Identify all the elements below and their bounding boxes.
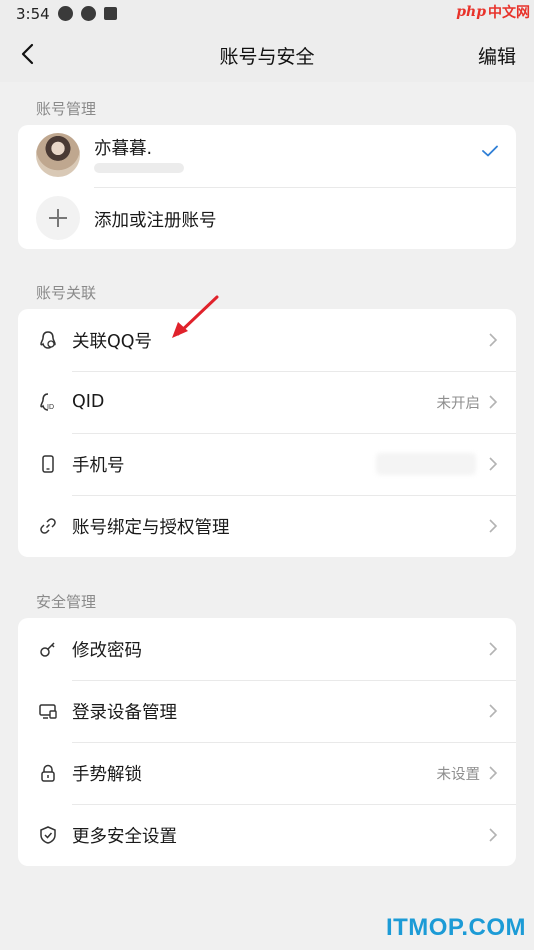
svg-text:ID: ID — [47, 404, 54, 411]
section-label-security: 安全管理 — [36, 593, 97, 611]
security-card: 修改密码 登录设备管理 手势解锁 未设置 更多安全设置 — [18, 618, 516, 866]
status-time: 3:54 — [16, 5, 50, 23]
login-devices-row[interactable]: 登录设备管理 — [18, 680, 516, 742]
shield-check-icon — [40, 826, 56, 844]
qid-label: QID — [72, 392, 105, 412]
phone-number-blurred — [376, 453, 476, 475]
edit-button[interactable]: 编辑 — [478, 42, 516, 69]
chevron-right-icon — [489, 457, 498, 471]
annotation-arrow-icon — [172, 295, 219, 338]
checkmark-icon — [482, 145, 498, 157]
chevron-right-icon — [489, 766, 498, 780]
php-watermark-suffix: 中文网 — [488, 5, 530, 21]
phone-label: 手机号 — [72, 455, 125, 476]
add-account-row[interactable]: 添加或注册账号 — [18, 187, 516, 249]
phone-icon — [42, 455, 54, 473]
more-security-label: 更多安全设置 — [72, 826, 177, 847]
chevron-right-icon — [489, 519, 498, 533]
section-label-account-link: 账号关联 — [36, 284, 97, 302]
account-link-card: 关联QQ号 ID QID 未开启 手机号 账号绑定与授权管理 — [18, 309, 516, 557]
account-name: 亦暮暮. — [94, 139, 153, 159]
key-icon — [40, 642, 55, 657]
link-icon — [40, 518, 56, 534]
account-id-blurred — [94, 163, 184, 173]
login-devices-label: 登录设备管理 — [72, 702, 177, 723]
phone-row[interactable]: 手机号 — [18, 433, 516, 495]
notification-icon — [104, 7, 117, 20]
chevron-right-icon — [489, 333, 498, 347]
qid-status: 未开启 — [436, 395, 481, 412]
itmop-watermark: ITMOP.COM — [385, 914, 526, 941]
qid-icon: ID — [40, 393, 54, 411]
php-watermark: php 中文网 — [456, 2, 530, 22]
change-password-row[interactable]: 修改密码 — [18, 618, 516, 680]
avatar — [36, 133, 80, 177]
account-card: 亦暮暮. 添加或注册账号 — [18, 125, 516, 249]
link-qq-label: 关联QQ号 — [72, 331, 153, 352]
status-notification-icons — [58, 6, 117, 21]
add-account-circle — [36, 196, 80, 240]
link-qq-row[interactable]: 关联QQ号 — [18, 309, 516, 371]
device-monitor-icon — [39, 704, 57, 719]
current-account-row[interactable]: 亦暮暮. — [18, 125, 516, 187]
binding-authorization-label: 账号绑定与授权管理 — [72, 517, 230, 538]
qid-row[interactable]: ID QID 未开启 — [18, 371, 516, 433]
gesture-unlock-label: 手势解锁 — [72, 764, 142, 785]
gesture-unlock-status: 未设置 — [436, 766, 481, 783]
change-password-label: 修改密码 — [72, 640, 142, 661]
chevron-right-icon — [489, 642, 498, 656]
gesture-unlock-row[interactable]: 手势解锁 未设置 — [18, 742, 516, 804]
chevron-right-icon — [489, 395, 498, 409]
chevron-right-icon — [489, 704, 498, 718]
qq-penguin-icon — [40, 331, 56, 349]
plus-icon — [49, 209, 67, 227]
more-security-row[interactable]: 更多安全设置 — [18, 804, 516, 866]
page-title: 账号与安全 — [219, 46, 315, 68]
notification-icon — [58, 6, 73, 21]
notification-icon — [81, 6, 96, 21]
nav-bar: 账号与安全 编辑 — [0, 28, 534, 82]
lock-icon — [41, 764, 55, 782]
status-bar: 3:54 php 中文网 — [0, 0, 534, 28]
section-label-account-management: 账号管理 — [36, 100, 97, 118]
php-watermark-brand: php — [456, 4, 486, 20]
binding-authorization-row[interactable]: 账号绑定与授权管理 — [18, 495, 516, 557]
add-account-label: 添加或注册账号 — [94, 211, 217, 231]
chevron-right-icon — [489, 828, 498, 842]
